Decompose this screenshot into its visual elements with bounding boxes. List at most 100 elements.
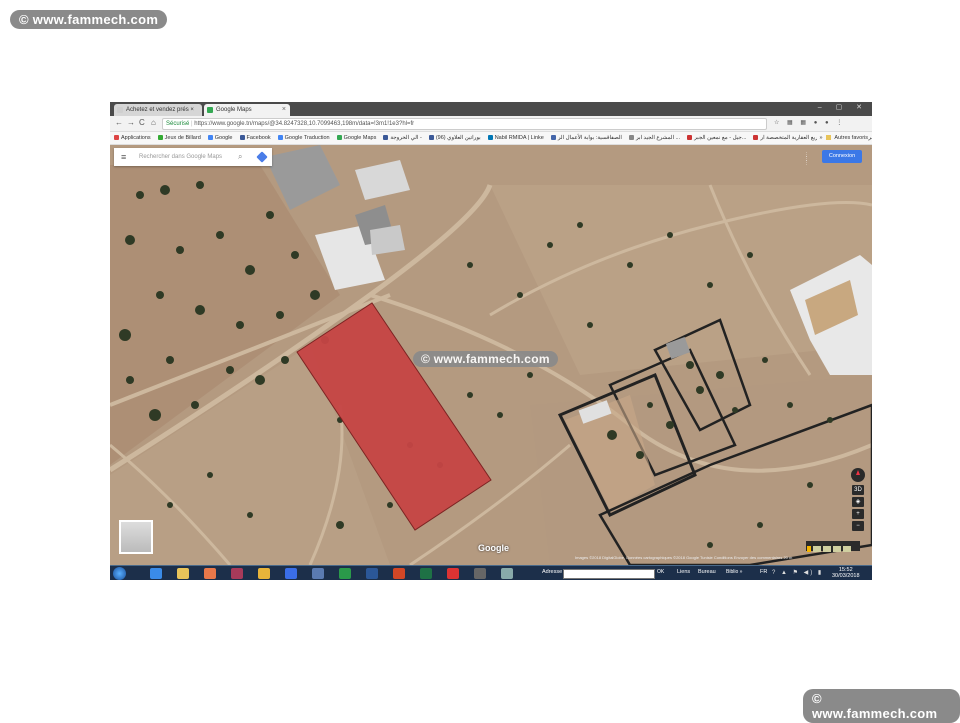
taskbar-go-button[interactable]: OK — [657, 569, 664, 575]
secure-label: Sécurisé — [166, 121, 190, 127]
address-toolbar: ← → C ⌂ Sécurisé | https://www.google.tn… — [110, 116, 872, 132]
clock-date: 30/03/2018 — [832, 573, 860, 579]
forward-icon[interactable]: → — [127, 118, 135, 127]
taskbar-clock[interactable]: 15:52 30/03/2018 — [832, 567, 860, 579]
bookmark-favicon-icon — [157, 135, 163, 141]
taskbar-liens[interactable]: Liens — [677, 569, 690, 575]
bookmark-item[interactable]: الصفاقسية: بوابة الأعمال الر — [550, 132, 622, 144]
system-tray-icons[interactable]: ? ▲ ⚑ ◀) ▮ — [772, 569, 823, 576]
bookmark-label: Facebook — [246, 135, 271, 141]
bookmark-label: المشرع الجيد ابر ... — [635, 135, 681, 141]
taskbar-excel-icon[interactable] — [420, 568, 432, 579]
taskbar-notepad-icon[interactable] — [501, 568, 513, 579]
bookmark-item[interactable]: Facebook — [239, 132, 271, 144]
taskbar-folder-icon[interactable] — [177, 568, 189, 579]
extension-icons[interactable]: ☆ ▦ ▦ ● ● ⋮ — [774, 119, 845, 126]
bookmark-label: الي الخروجة - — [390, 135, 422, 141]
bookmark-item[interactable]: الي الخروجة - — [383, 132, 422, 144]
screenshot-frame: Achetez et vendez prés × Google Maps × –… — [110, 102, 872, 580]
satellite-toggle[interactable] — [119, 520, 153, 554]
bookmark-item[interactable]: Jeux de Billard — [157, 132, 201, 144]
tab-label: Achetez et vendez prés × — [126, 107, 194, 113]
url-text: https://www.google.tn/maps/@34.8247328,1… — [194, 121, 415, 127]
bookmark-item[interactable]: Google — [207, 132, 233, 144]
taskbar-pdf-icon[interactable] — [447, 568, 459, 579]
satellite-map[interactable]: ≡ Rechercher dans Google Maps ⌕ ⋮⋮⋮ Conn… — [110, 145, 872, 565]
pegman-icon[interactable] — [807, 546, 811, 552]
taskbar-powerpoint-icon[interactable] — [393, 568, 405, 579]
taskbar-d-app-icon[interactable] — [339, 568, 351, 579]
bookmark-favicon-icon — [239, 135, 245, 141]
zoom-out-button[interactable]: − — [852, 521, 864, 531]
bookmark-favicon-icon — [336, 135, 342, 141]
3d-button[interactable]: 3D — [852, 485, 864, 495]
bookmark-favicon-icon — [628, 135, 634, 141]
bookmark-label: Google — [214, 135, 233, 141]
google-logo: Google — [478, 543, 509, 553]
window-controls[interactable]: – ▢ ✕ — [818, 103, 868, 111]
browser-tab-bar: Achetez et vendez prés × Google Maps × –… — [110, 102, 872, 116]
reload-icon[interactable]: C — [139, 118, 145, 127]
tab-label: Google Maps — [216, 107, 252, 113]
bookmark-favicon-icon — [487, 135, 493, 141]
address-input[interactable]: Sécurisé | https://www.google.tn/maps/@3… — [162, 118, 767, 130]
language-indicator[interactable]: FR — [760, 569, 767, 575]
bookmark-label: Nabil RMIDA | Linke — [494, 135, 544, 141]
apps-grid-icon[interactable]: ⋮⋮⋮ — [804, 153, 812, 166]
taskbar-word-icon[interactable] — [366, 568, 378, 579]
layers-strip[interactable] — [806, 541, 860, 552]
bookmark-favicon-icon — [207, 135, 213, 141]
bookmark-label: Google Maps — [343, 135, 377, 141]
taskbar-ie-icon[interactable] — [150, 568, 162, 579]
taskbar-media-icon[interactable] — [204, 568, 216, 579]
bookmark-label: Applications — [121, 135, 151, 141]
bookmark-favicon-icon — [550, 135, 556, 141]
bookmarks-right: » Autres favoris — [816, 132, 868, 144]
back-icon[interactable]: ← — [115, 118, 123, 127]
bookmark-favicon-icon — [753, 135, 759, 141]
search-icon[interactable]: ⌕ — [238, 148, 242, 166]
bookmark-label: Jeux de Billard — [164, 135, 201, 141]
windows-taskbar: Adresse OK Liens Bureau Biblio » FR ? ▲ … — [110, 565, 872, 580]
taskbar-outlook-icon[interactable] — [285, 568, 297, 579]
rotate-icon[interactable]: ◈ — [852, 497, 864, 507]
bookmark-item[interactable]: Nabil RMIDA | Linke — [487, 132, 544, 144]
compass-icon[interactable] — [851, 468, 865, 482]
autres-favoris[interactable]: Autres favoris — [834, 135, 868, 141]
tab-achetez[interactable]: Achetez et vendez prés × — [114, 104, 202, 116]
watermark-top-left: © www.fammech.com — [10, 10, 168, 29]
tab-google-maps[interactable]: Google Maps × — [204, 104, 290, 116]
bookmarks-more-icon[interactable]: » — [820, 135, 823, 141]
bookmark-favicon-icon — [687, 135, 693, 141]
bookmark-item[interactable]: (96) بوراتين العلاوي — [428, 132, 481, 144]
zoom-in-button[interactable]: + — [852, 509, 864, 519]
taskbar-adresse-label: Adresse — [542, 569, 563, 575]
bookmark-item[interactable]: Applications — [114, 132, 151, 144]
menu-icon[interactable]: ≡ — [121, 148, 126, 166]
bookmark-label: Google Traduction — [284, 135, 330, 141]
connexion-button[interactable]: Connexion — [822, 150, 862, 163]
search-input[interactable]: Rechercher dans Google Maps — [139, 148, 222, 166]
bookmark-label: الصفاقسية: بوابة الأعمال الر — [557, 135, 622, 141]
taskbar-calc-icon[interactable] — [474, 568, 486, 579]
taskbar-users-icon[interactable] — [312, 568, 324, 579]
bookmark-item[interactable]: المشرع الجيد ابر ... — [628, 132, 681, 144]
directions-icon[interactable] — [256, 151, 268, 163]
bookmark-favicon-icon — [383, 135, 389, 141]
bookmark-item[interactable]: Google Traduction — [277, 132, 330, 144]
bookmark-item[interactable]: جيل - مع نمعين الجبر... — [687, 132, 746, 144]
tab-close-icon[interactable]: × — [282, 104, 286, 116]
bookmark-item[interactable]: Google Maps — [336, 132, 377, 144]
bookmark-favicon-icon — [114, 135, 119, 141]
taskbar-bureau[interactable]: Bureau — [698, 569, 716, 575]
taskbar-winrar-icon[interactable] — [231, 568, 243, 579]
maps-favicon-icon — [207, 107, 213, 113]
taskbar-address-input[interactable] — [563, 569, 655, 579]
start-button[interactable] — [113, 567, 126, 580]
taskbar-chrome-icon[interactable] — [258, 568, 270, 579]
taskbar-biblio[interactable]: Biblio » — [726, 569, 742, 575]
watermark-center: © www.fammech.com — [413, 351, 558, 367]
maps-search-box[interactable]: ≡ Rechercher dans Google Maps ⌕ — [114, 148, 272, 166]
bookmark-favicon-icon — [277, 135, 283, 141]
home-icon[interactable]: ⌂ — [151, 118, 156, 127]
